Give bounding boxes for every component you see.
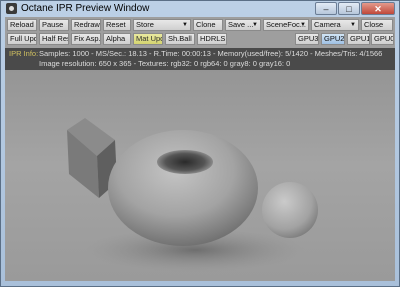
reset-button[interactable]: Reset — [103, 19, 131, 31]
half-res-button[interactable]: Half Res — [39, 33, 69, 45]
maximize-icon: □ — [346, 4, 352, 14]
minimize-button[interactable]: – — [315, 2, 337, 15]
render-image — [5, 70, 395, 281]
title-bar[interactable]: Octane IPR Preview Window – □ ✕ — [1, 1, 399, 17]
full-update-button[interactable]: Full Upd — [7, 33, 37, 45]
image-stats-line: Image resolution: 650 x 365 - Textures: … — [39, 59, 291, 68]
save-dropdown[interactable]: Save ... — [225, 19, 261, 31]
window-title: Octane IPR Preview Window — [21, 3, 150, 14]
pause-button[interactable]: Pause — [39, 19, 69, 31]
render-stats-line: Samples: 1000 - MS/Sec.: 18.13 - R.Time:… — [39, 49, 383, 58]
mat-update-button[interactable]: Mat Upd — [133, 33, 163, 45]
gpu3-button[interactable]: GPU3 — [295, 33, 319, 45]
scene-focus-dropdown[interactable]: SceneFoc... — [263, 19, 309, 31]
window-close-button[interactable]: ✕ — [361, 2, 395, 15]
gpu0-button[interactable]: GPU0 — [371, 33, 394, 45]
shader-ball-button[interactable]: Sh.Ball — [165, 33, 195, 45]
ipr-info-label: IPR Info: — [9, 49, 39, 58]
toolbar-primary: Reload Pause Redraw Reset Store Clone Sa… — [5, 19, 395, 32]
redraw-button[interactable]: Redraw — [71, 19, 101, 31]
close-button[interactable]: Close — [361, 19, 393, 31]
store-dropdown[interactable]: Store — [133, 19, 191, 31]
render-viewport[interactable] — [5, 70, 395, 281]
toolbar-secondary: Full Upd Half Res Fix Asp. Alpha Mat Upd… — [5, 33, 395, 46]
hdrls-button[interactable]: HDRLS — [197, 33, 227, 45]
ipr-info-bar: IPR Info: Samples: 1000 - MS/Sec.: 18.13… — [5, 48, 395, 70]
close-icon: ✕ — [374, 4, 382, 14]
gpu2-button[interactable]: GPU2 — [321, 33, 345, 45]
client-area: Reload Pause Redraw Reset Store Clone Sa… — [5, 17, 395, 281]
window-controls: – □ ✕ — [314, 2, 395, 15]
ipr-preview-window: Octane IPR Preview Window – □ ✕ Reload P… — [0, 0, 400, 287]
gpu1-button[interactable]: GPU1 — [347, 33, 370, 45]
app-icon — [6, 3, 17, 14]
camera-dropdown[interactable]: Camera — [311, 19, 359, 31]
fix-aspect-button[interactable]: Fix Asp. — [71, 33, 101, 45]
maximize-button[interactable]: □ — [338, 2, 360, 15]
alpha-button[interactable]: Alpha — [103, 33, 131, 45]
minimize-icon: – — [323, 4, 329, 14]
clone-button[interactable]: Clone — [193, 19, 223, 31]
reload-button[interactable]: Reload — [7, 19, 37, 31]
